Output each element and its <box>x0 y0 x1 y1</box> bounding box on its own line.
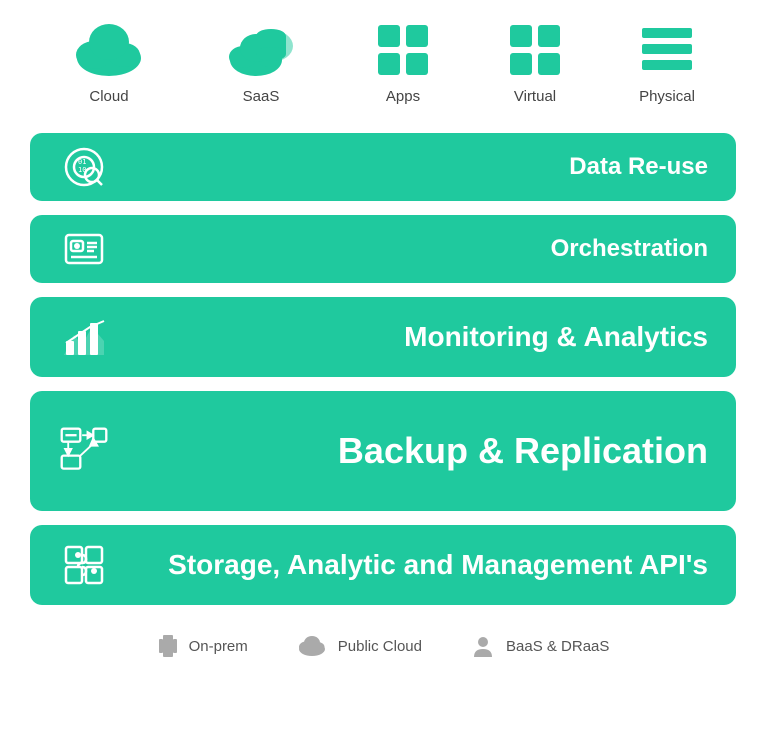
cloud-icon <box>69 20 149 80</box>
saas-icon-item: SaaS <box>221 20 301 105</box>
baas-label: BaaS & DRaaS <box>506 638 609 655</box>
public-cloud-label: Public Cloud <box>338 638 422 655</box>
public-cloud-legend-item: Public Cloud <box>296 633 422 659</box>
monitoring-row: Monitoring & Analytics <box>30 297 736 377</box>
backup-icon-box <box>58 423 110 479</box>
backup-row: Backup & Replication <box>30 391 736 511</box>
saas-icon <box>221 20 301 80</box>
orchestration-row: Orchestration <box>30 215 736 283</box>
baas-legend-item: BaaS & DRaaS <box>470 633 609 659</box>
onprem-icon <box>157 633 179 659</box>
cloud-label: Cloud <box>89 88 128 105</box>
virtual-icon <box>505 20 565 80</box>
legend: On-prem Public Cloud BaaS & DRaaS <box>30 633 736 659</box>
onprem-legend-item: On-prem <box>157 633 248 659</box>
storage-icon <box>60 541 108 589</box>
storage-row: Storage, Analytic and Management API's <box>30 525 736 605</box>
apps-label: Apps <box>386 88 420 105</box>
data-reuse-label: Data Re-use <box>110 153 708 181</box>
virtual-label: Virtual <box>514 88 556 105</box>
orchestration-icon <box>62 227 106 271</box>
storage-label: Storage, Analytic and Management API's <box>110 549 708 581</box>
orchestration-icon-box <box>58 227 110 271</box>
storage-icon-box <box>58 541 110 589</box>
data-reuse-icon: 01 10 <box>62 145 106 189</box>
monitoring-icon <box>60 313 108 361</box>
data-reuse-row: 01 10 Data Re-use <box>30 133 736 201</box>
physical-icon-item: Physical <box>637 20 697 105</box>
baas-icon <box>470 633 496 659</box>
orchestration-label: Orchestration <box>110 235 708 263</box>
top-icons-row: Cloud SaaS Apps <box>33 20 733 105</box>
virtual-icon-item: Virtual <box>505 20 565 105</box>
backup-label: Backup & Replication <box>110 430 708 472</box>
monitoring-label: Monitoring & Analytics <box>110 321 708 353</box>
features-list: 01 10 Data Re-use Orchestration <box>30 133 736 605</box>
backup-icon <box>58 423 110 479</box>
saas-label: SaaS <box>243 88 280 105</box>
svg-text:01: 01 <box>78 158 86 166</box>
apps-icon-item: Apps <box>373 20 433 105</box>
data-reuse-icon-box: 01 10 <box>58 145 110 189</box>
cloud-icon-item: Cloud <box>69 20 149 105</box>
monitoring-icon-box <box>58 313 110 361</box>
public-cloud-icon <box>296 635 328 657</box>
apps-icon <box>373 20 433 80</box>
physical-icon <box>637 20 697 80</box>
physical-label: Physical <box>639 88 695 105</box>
onprem-label: On-prem <box>189 638 248 655</box>
